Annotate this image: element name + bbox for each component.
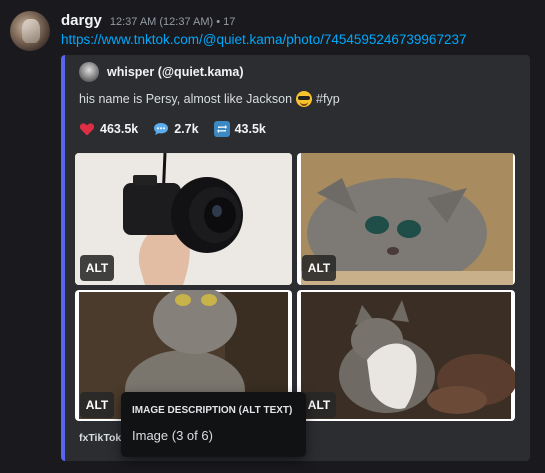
gallery-image-4[interactable]: ALT xyxy=(297,290,515,421)
embed-author[interactable]: whisper (@quiet.kama) xyxy=(79,62,244,82)
gallery-image-1[interactable]: ALT xyxy=(75,153,292,285)
sunglasses-emoji-icon xyxy=(296,91,313,107)
username[interactable]: dargy xyxy=(61,12,102,29)
tooltip-body: Image (3 of 6) xyxy=(132,428,213,443)
shares-count: 43.5k xyxy=(234,122,266,136)
alt-text-button[interactable]: ALT xyxy=(302,392,336,418)
comments-count: 2.7k xyxy=(174,122,199,136)
repeat-icon xyxy=(213,121,230,137)
description-text: his name is Persy, almost like Jackson xyxy=(79,92,293,106)
user-avatar[interactable] xyxy=(10,11,50,51)
message-link[interactable]: https://www.tnktok.com/@quiet.kama/photo… xyxy=(61,32,466,47)
gallery-image-2[interactable]: ALT xyxy=(297,153,515,285)
embed-stats: 463.5k 2.7k 43.5k xyxy=(79,121,266,137)
heart-icon xyxy=(79,123,95,136)
message-timestamp: 12:37 AM (12:37 AM) • 17 xyxy=(109,16,236,28)
speech-bubble-icon xyxy=(154,123,169,135)
author-avatar xyxy=(79,62,99,82)
image-gallery: ALT ALT ALT ALT xyxy=(75,153,515,421)
alt-text-button[interactable]: ALT xyxy=(302,255,336,281)
embed-description: his name is Persy, almost like Jackson #… xyxy=(79,91,340,107)
message-header: dargy 12:37 AM (12:37 AM) • 17 xyxy=(61,12,235,29)
tooltip-title: IMAGE DESCRIPTION (ALT TEXT) xyxy=(132,405,293,416)
alt-text-button[interactable]: ALT xyxy=(80,392,114,418)
likes-count: 463.5k xyxy=(100,122,139,136)
alt-text-tooltip: IMAGE DESCRIPTION (ALT TEXT) Image (3 of… xyxy=(121,392,306,457)
embed-author-name[interactable]: whisper (@quiet.kama) xyxy=(107,65,244,79)
description-hashtag: #fyp xyxy=(316,92,340,106)
alt-text-button[interactable]: ALT xyxy=(80,255,114,281)
